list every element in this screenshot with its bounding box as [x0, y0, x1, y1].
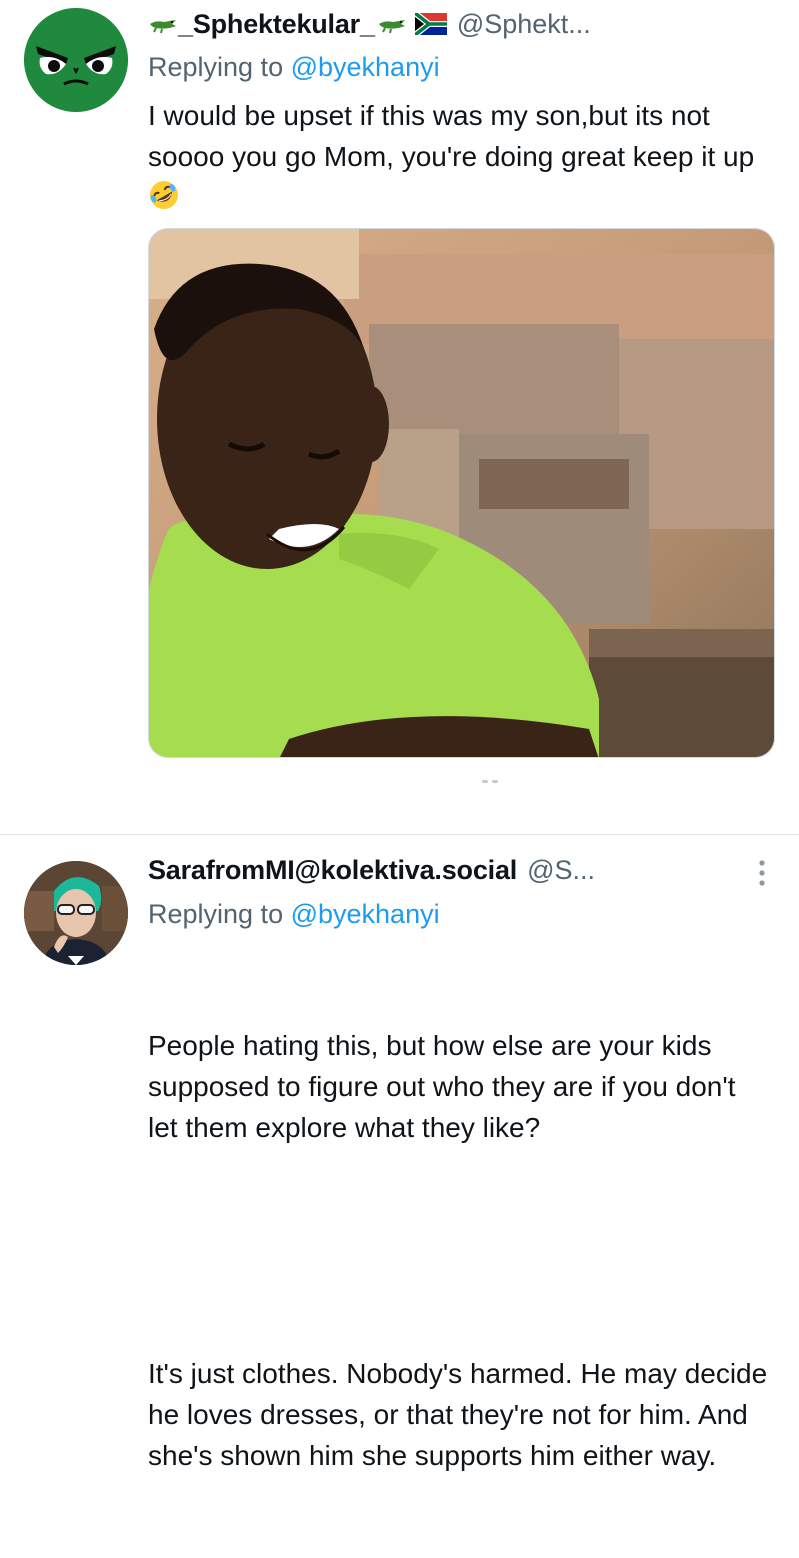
user-handle[interactable]: @S... — [527, 855, 595, 886]
avatar[interactable] — [24, 861, 128, 965]
replying-prefix: Replying to — [148, 52, 291, 82]
loading-indicator-icon — [482, 780, 498, 783]
crocodile-emoji-icon — [150, 20, 176, 34]
meme-photo — [149, 229, 774, 757]
mention-link[interactable]: @byekhanyi — [291, 52, 440, 82]
display-name[interactable]: SarafromMI@kolektiva.social — [148, 855, 517, 886]
user-photo-avatar-icon — [24, 861, 128, 965]
replying-prefix: Replying to — [148, 899, 291, 929]
tweet-paragraph: It's just clothes. Nobody's harmed. He m… — [148, 1358, 775, 1471]
tweet-header[interactable]: SarafromMI@kolektiva.social @S... — [148, 850, 595, 890]
tweet-header[interactable]: _Sphektekular_ @Sphekt... — [148, 4, 591, 44]
mention-link[interactable]: @byekhanyi — [291, 899, 440, 929]
more-vertical-icon[interactable] — [752, 856, 772, 890]
replying-to: Replying to @byekhanyi — [148, 52, 440, 83]
display-name[interactable]: _Sphektekular_ — [178, 9, 375, 40]
replying-to: Replying to @byekhanyi — [148, 899, 440, 930]
tweet-text: I would be upset if this was my son,but … — [148, 95, 768, 218]
tweet[interactable]: SarafromMI@kolektiva.social @S... Replyi… — [0, 836, 799, 1471]
tweet-text-content: I would be upset if this was my son,but … — [148, 100, 755, 172]
crocodile-emoji-icon — [378, 20, 405, 34]
tweet-paragraph: People hating this, but how else are you… — [148, 1030, 744, 1143]
angry-face-avatar-icon — [24, 8, 128, 112]
tweet-divider — [0, 834, 799, 835]
south-africa-flag-icon — [414, 13, 447, 35]
avatar[interactable] — [24, 8, 128, 112]
rolling-on-floor-laughing-emoji-icon — [150, 181, 178, 209]
tweet-media-image[interactable] — [148, 228, 775, 758]
user-handle[interactable]: @Sphekt... — [457, 9, 591, 40]
tweet-text: People hating this, but how else are you… — [148, 943, 768, 1558]
tweet[interactable]: _Sphektekular_ @Sphekt... Replying to @b… — [0, 0, 799, 835]
